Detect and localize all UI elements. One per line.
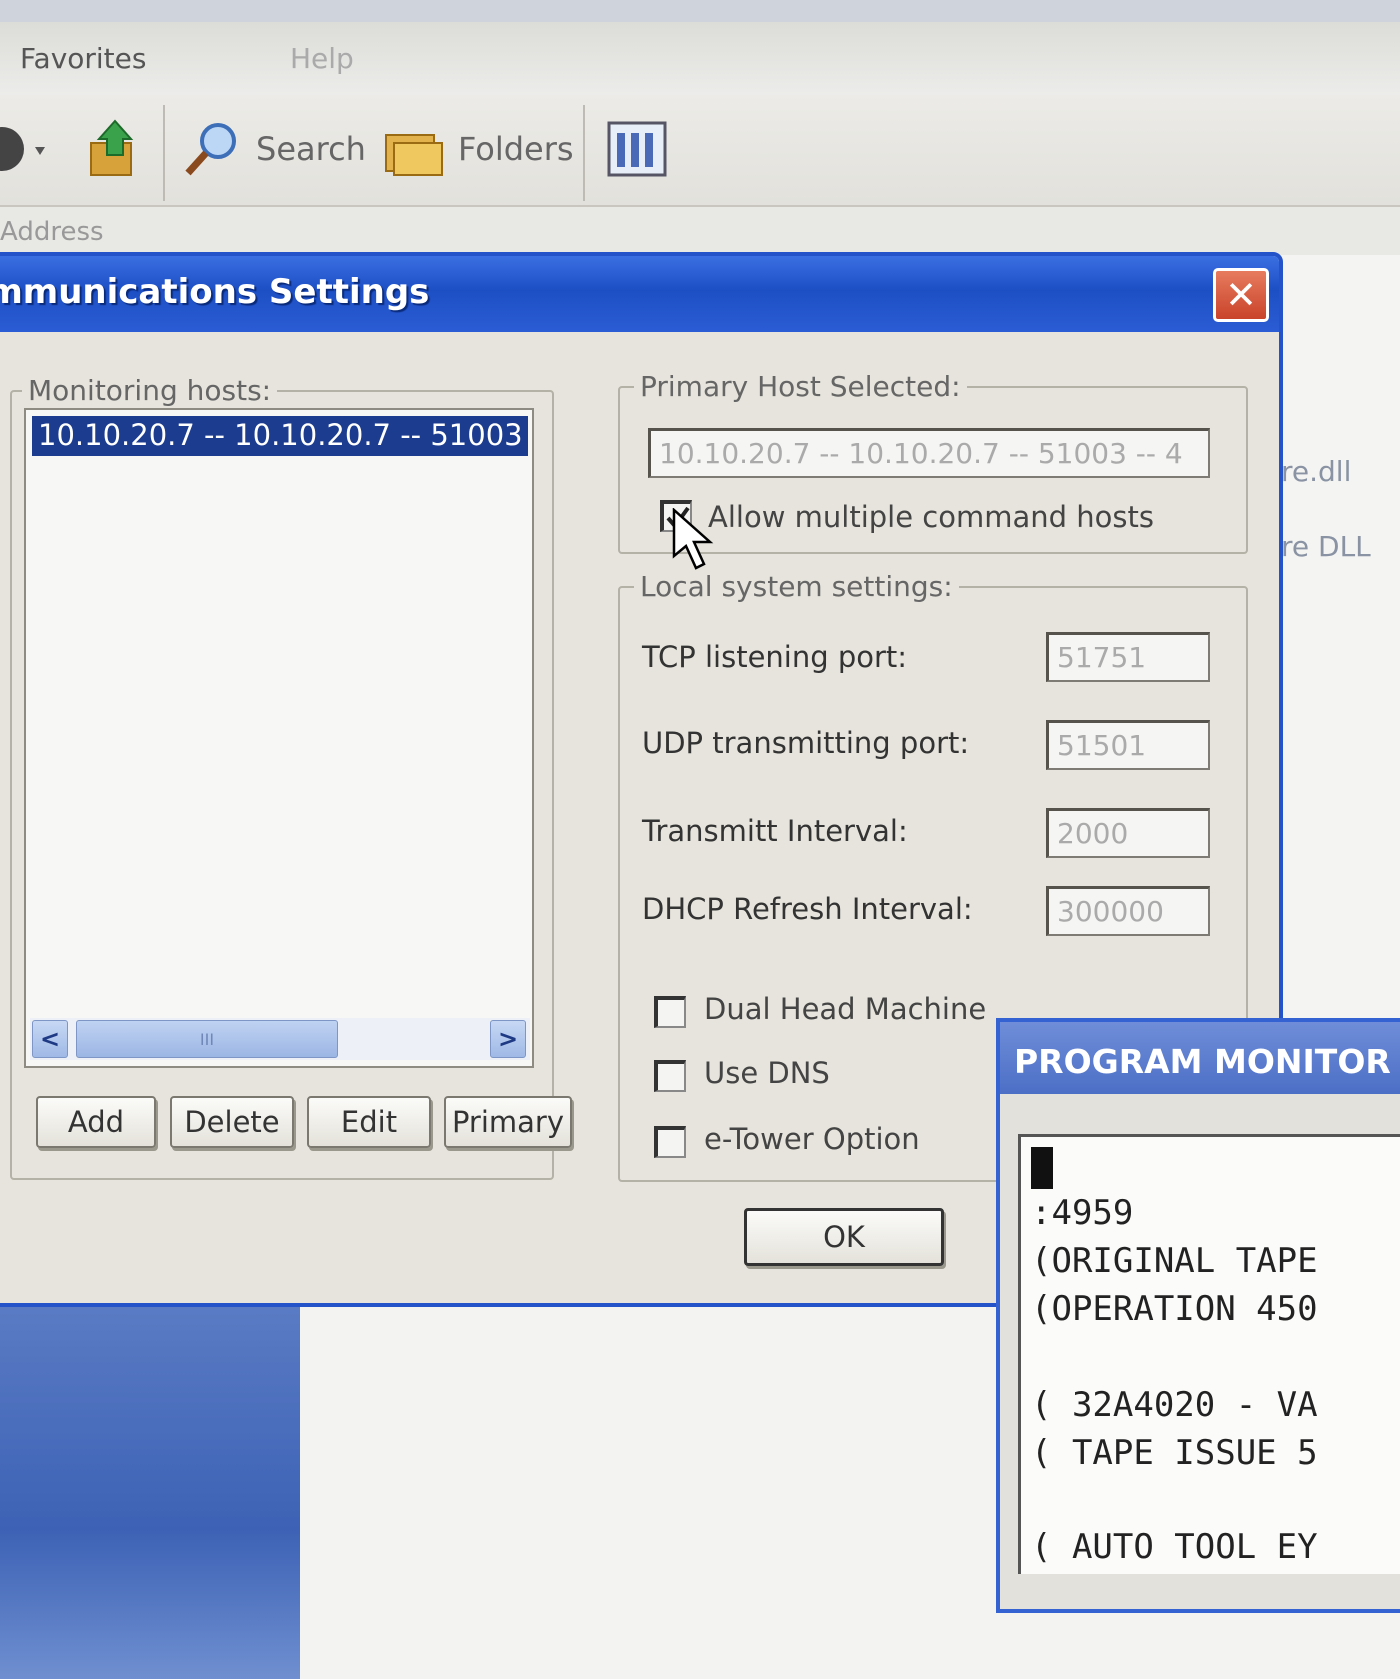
folders-icon <box>385 134 443 176</box>
primary-host-legend: Primary Host Selected: <box>634 370 967 403</box>
folders-button[interactable]: Folders <box>382 117 574 181</box>
close-button[interactable]: ✕ <box>1213 268 1269 322</box>
etower-label: e-Tower Option <box>704 1122 920 1156</box>
host-list-item[interactable]: 10.10.20.7 -- 10.10.20.7 -- 51003 -- 4 <box>32 416 528 456</box>
search-button[interactable]: Search <box>180 117 366 181</box>
folders-label: Folders <box>458 130 574 168</box>
text-cursor <box>1031 1147 1053 1189</box>
program-line: :4959 <box>1031 1193 1134 1233</box>
desktop-background <box>0 1305 300 1679</box>
dialog-titlebar[interactable]: ommunications Settings ✕ <box>0 256 1279 332</box>
dual-head-checkbox[interactable] <box>654 996 686 1028</box>
views-icon <box>607 121 667 177</box>
program-monitor-output: :4959 (ORIGINAL TAPE (OPERATION 450 ( 32… <box>1018 1134 1400 1574</box>
scroll-thumb[interactable]: III <box>76 1020 338 1058</box>
toolbar: Search Folders <box>0 95 1400 207</box>
toolbar-separator <box>583 105 585 201</box>
menu-help[interactable]: Help <box>290 42 354 75</box>
program-line: ( TAPE ISSUE 5 <box>1031 1433 1318 1473</box>
tcp-port-field[interactable]: 51751 <box>1046 632 1210 682</box>
back-arrow-icon <box>0 127 45 171</box>
horizontal-scrollbar[interactable]: < III > <box>30 1018 530 1060</box>
address-bar: Address <box>0 207 1400 255</box>
program-monitor-title: PROGRAM MONITOR <box>1000 1022 1400 1094</box>
up-folder-icon <box>90 119 134 176</box>
file-item[interactable]: re DLL <box>1281 530 1371 563</box>
dual-head-label: Dual Head Machine <box>704 992 987 1026</box>
add-button[interactable]: Add <box>36 1096 156 1148</box>
up-folder-button[interactable] <box>85 117 145 181</box>
monitoring-hosts-list[interactable]: 10.10.20.7 -- 10.10.20.7 -- 51003 -- 4 <… <box>24 408 534 1068</box>
local-settings-legend: Local system settings: <box>634 570 959 603</box>
menu-bar: Favorites Help <box>0 0 1400 95</box>
search-icon <box>185 123 236 176</box>
transmit-interval-field[interactable]: 2000 <box>1046 808 1210 858</box>
program-line: (ORIGINAL TAPE <box>1031 1241 1318 1281</box>
program-line: ( 32A4020 - VA <box>1031 1385 1318 1425</box>
primary-button[interactable]: Primary <box>444 1096 572 1148</box>
menu-favorites[interactable]: Favorites <box>20 42 146 75</box>
views-button[interactable] <box>605 117 669 181</box>
ok-button[interactable]: OK <box>744 1208 944 1266</box>
use-dns-checkbox[interactable] <box>654 1060 686 1092</box>
file-item[interactable]: re.dll <box>1281 455 1351 488</box>
monitoring-hosts-legend: Monitoring hosts: <box>22 374 278 407</box>
mouse-cursor-icon <box>672 508 714 570</box>
allow-multiple-label: Allow multiple command hosts <box>708 500 1154 534</box>
use-dns-label: Use DNS <box>704 1056 830 1090</box>
scroll-left-button[interactable]: < <box>32 1020 68 1058</box>
back-button[interactable] <box>0 117 60 181</box>
program-line: ( AUTO TOOL EY <box>1031 1527 1318 1567</box>
primary-host-field[interactable]: 10.10.20.7 -- 10.10.20.7 -- 51003 -- 4 <box>648 428 1210 478</box>
dhcp-interval-label: DHCP Refresh Interval: <box>642 892 973 926</box>
udp-port-field[interactable]: 51501 <box>1046 720 1210 770</box>
transmit-interval-label: Transmitt Interval: <box>642 814 908 848</box>
tcp-port-label: TCP listening port: <box>642 640 908 674</box>
close-icon: ✕ <box>1225 273 1257 317</box>
grip-icon: III <box>199 1029 215 1049</box>
program-monitor-window: PROGRAM MONITOR :4959 (ORIGINAL TAPE (OP… <box>996 1018 1400 1613</box>
delete-button[interactable]: Delete <box>170 1096 294 1148</box>
dialog-title: ommunications Settings <box>0 272 430 312</box>
scroll-right-button[interactable]: > <box>490 1020 526 1058</box>
toolbar-separator <box>163 105 165 201</box>
etower-checkbox[interactable] <box>654 1126 686 1158</box>
chevron-right-icon: > <box>497 1025 519 1053</box>
file-list-pane: re.dll re DLL <box>1275 255 1400 1055</box>
program-line: (OPERATION 450 <box>1031 1289 1318 1329</box>
edit-button[interactable]: Edit <box>307 1096 431 1148</box>
address-label: Address <box>0 217 104 247</box>
chevron-left-icon: < <box>39 1025 61 1053</box>
udp-port-label: UDP transmitting port: <box>642 726 970 760</box>
dhcp-interval-field[interactable]: 300000 <box>1046 886 1210 936</box>
search-label: Search <box>256 130 366 168</box>
